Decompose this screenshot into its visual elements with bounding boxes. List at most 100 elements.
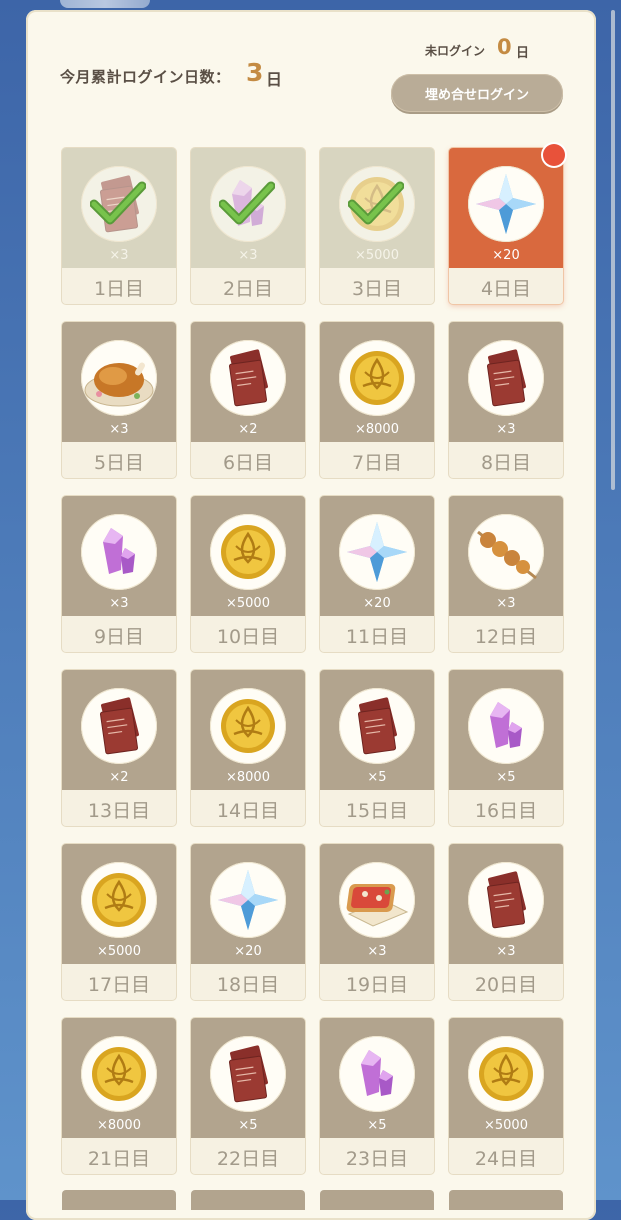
reward-quantity: ×8000 <box>226 770 270 785</box>
reward-card-day-10[interactable]: ×5000 10日目 <box>191 496 305 652</box>
reward-day-label: 15日目 <box>345 800 409 822</box>
reward-card-day-16[interactable]: ×5 16日目 <box>449 670 563 826</box>
reward-day-label: 4日目 <box>480 278 532 300</box>
reward-card-day-1[interactable]: ×3 1日目 <box>62 148 176 304</box>
reward-card-day-14[interactable]: ×8000 14日目 <box>191 670 305 826</box>
reward-quantity: ×3 <box>109 596 129 611</box>
reward-quantity: ×8000 <box>97 1118 141 1133</box>
reward-card-day-6[interactable]: ×2 6日目 <box>191 322 305 478</box>
reward-card-day-7[interactable]: ×8000 7日目 <box>320 322 434 478</box>
reward-day-label: 23日目 <box>345 1148 409 1170</box>
reward-day-label: 7日目 <box>351 452 403 474</box>
reward-quantity: ×5000 <box>355 248 399 263</box>
reward-day-label: 21日目 <box>87 1148 151 1170</box>
coin-icon <box>210 688 286 764</box>
reward-quantity: ×5000 <box>226 596 270 611</box>
reward-card-day-19[interactable]: ×3 19日目 <box>320 844 434 1000</box>
reward-quantity: ×3 <box>238 248 258 263</box>
reward-quantity: ×2 <box>109 770 129 785</box>
reward-card-day-2[interactable]: ×3 2日目 <box>191 148 305 304</box>
reward-card-day-17[interactable]: ×5000 17日目 <box>62 844 176 1000</box>
notification-badge <box>543 144 565 166</box>
star-gem-icon <box>468 166 544 242</box>
reward-card-day-4[interactable]: ×20 4日目 <box>449 148 563 304</box>
reward-day-label: 3日目 <box>351 278 403 300</box>
next-row-card <box>191 1190 305 1210</box>
reward-card-day-20[interactable]: ×3 20日目 <box>449 844 563 1000</box>
reward-card-day-5[interactable]: ×3 5日目 <box>62 322 176 478</box>
reward-card-day-12[interactable]: ×3 12日目 <box>449 496 563 652</box>
letter-icon <box>210 340 286 416</box>
coin-icon <box>81 1036 157 1112</box>
letter-icon <box>468 862 544 938</box>
reward-quantity: ×3 <box>109 422 129 437</box>
reward-quantity: ×8000 <box>355 422 399 437</box>
reward-day-label: 10日目 <box>216 626 280 648</box>
reward-day-label: 9日目 <box>93 626 145 648</box>
reward-card-day-9[interactable]: ×3 9日目 <box>62 496 176 652</box>
reward-day-label: 12日目 <box>474 626 538 648</box>
reward-day-label: 14日目 <box>216 800 280 822</box>
reward-quantity: ×20 <box>234 944 262 959</box>
reward-day-label: 13日目 <box>87 800 151 822</box>
letter-icon <box>210 1036 286 1112</box>
coin-icon <box>468 1036 544 1112</box>
star-gem-icon <box>210 862 286 938</box>
reward-card-day-3[interactable]: ×5000 3日目 <box>320 148 434 304</box>
letter-icon <box>468 340 544 416</box>
reward-day-label: 20日目 <box>474 974 538 996</box>
star-gem-icon <box>339 514 415 590</box>
reward-day-label: 8日目 <box>480 452 532 474</box>
coin-icon <box>210 514 286 590</box>
claimed-check-icon <box>89 178 147 226</box>
reward-card-day-13[interactable]: ×2 13日目 <box>62 670 176 826</box>
reward-card-day-21[interactable]: ×8000 21日目 <box>62 1018 176 1174</box>
reward-card-day-15[interactable]: ×5 15日目 <box>320 670 434 826</box>
reward-grid: ×3 1日目 ×3 2日目 ×5000 3日目 ×20 4日目 ×3 5日目 ×2 6日目 ×8000 7… <box>0 0 621 1200</box>
reward-card-day-23[interactable]: ×5 23日目 <box>320 1018 434 1174</box>
reward-quantity: ×3 <box>496 596 516 611</box>
reward-day-label: 11日目 <box>345 626 409 648</box>
claimed-check-icon <box>218 178 276 226</box>
reward-day-label: 16日目 <box>474 800 538 822</box>
reward-card-day-22[interactable]: ×5 22日目 <box>191 1018 305 1174</box>
reward-quantity: ×5 <box>367 770 387 785</box>
reward-card-day-11[interactable]: ×20 11日目 <box>320 496 434 652</box>
reward-quantity: ×5000 <box>484 1118 528 1133</box>
reward-quantity: ×3 <box>496 422 516 437</box>
coin-icon <box>81 862 157 938</box>
skewer-icon <box>468 514 544 590</box>
reward-day-label: 6日目 <box>222 452 274 474</box>
crystal-icon <box>339 1036 415 1112</box>
reward-quantity: ×5 <box>238 1118 258 1133</box>
crystal-icon <box>468 688 544 764</box>
reward-quantity: ×2 <box>238 422 258 437</box>
reward-card-day-24[interactable]: ×5000 24日目 <box>449 1018 563 1174</box>
reward-quantity: ×20 <box>492 248 520 263</box>
reward-quantity: ×5 <box>496 770 516 785</box>
reward-day-label: 18日目 <box>216 974 280 996</box>
reward-day-label: 24日目 <box>474 1148 538 1170</box>
reward-card-day-8[interactable]: ×3 8日目 <box>449 322 563 478</box>
letter-icon <box>81 688 157 764</box>
coin-icon <box>339 340 415 416</box>
reward-day-label: 22日目 <box>216 1148 280 1170</box>
reward-quantity: ×3 <box>496 944 516 959</box>
pizza-toast-icon <box>339 862 415 938</box>
claimed-check-icon <box>347 178 405 226</box>
next-row-card <box>320 1190 434 1210</box>
reward-quantity: ×5 <box>367 1118 387 1133</box>
reward-quantity: ×5000 <box>97 944 141 959</box>
reward-quantity: ×3 <box>109 248 129 263</box>
reward-day-label: 1日目 <box>93 278 145 300</box>
reward-day-label: 2日目 <box>222 278 274 300</box>
letter-icon <box>339 688 415 764</box>
reward-card-day-18[interactable]: ×20 18日目 <box>191 844 305 1000</box>
roast-chicken-icon <box>81 340 157 416</box>
crystal-icon <box>81 514 157 590</box>
reward-day-label: 17日目 <box>87 974 151 996</box>
reward-day-label: 19日目 <box>345 974 409 996</box>
next-row-card <box>449 1190 563 1210</box>
reward-day-label: 5日目 <box>93 452 145 474</box>
next-row-card <box>62 1190 176 1210</box>
